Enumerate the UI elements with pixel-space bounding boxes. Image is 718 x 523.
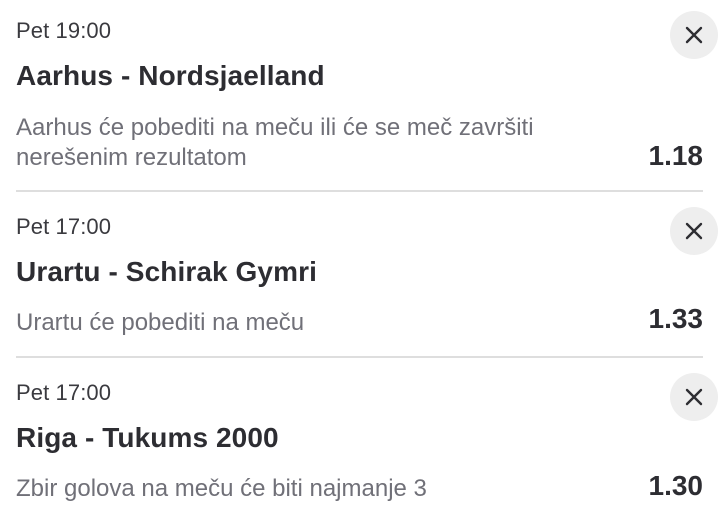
bet-selection: Urartu će pobediti na meču: [16, 309, 305, 336]
close-icon: [685, 26, 703, 44]
remove-bet-button[interactable]: [670, 207, 718, 255]
bet-slip-list: Pet 19:00 Aarhus - Nordsjaelland Aarhus …: [0, 0, 718, 523]
remove-bet-button[interactable]: [670, 373, 718, 421]
bet-selection: Zbir golova na meču će biti najmanje 3: [16, 475, 427, 502]
remove-bet-button[interactable]: [670, 11, 718, 59]
bet-selection: Aarhus će pobediti na meču ili će se meč…: [16, 114, 534, 171]
bet-odds: 1.30: [648, 470, 704, 501]
match-title: Aarhus - Nordsjaelland: [16, 60, 325, 91]
match-title: Urartu - Schirak Gymri: [16, 256, 317, 287]
match-title: Riga - Tukums 2000: [16, 422, 279, 453]
bet-slip-item: Pet 17:00 Urartu - Schirak Gymri Urartu …: [16, 192, 718, 358]
close-icon: [685, 388, 703, 406]
bet-odds: 1.18: [648, 140, 704, 171]
close-icon: [685, 222, 703, 240]
match-time: Pet 17:00: [16, 380, 112, 405]
bet-slip-item: Pet 19:00 Aarhus - Nordsjaelland Aarhus …: [16, 0, 718, 192]
bet-odds: 1.33: [648, 303, 704, 334]
match-time: Pet 17:00: [16, 214, 112, 239]
match-time: Pet 19:00: [16, 18, 112, 43]
bet-slip-item: Pet 17:00 Riga - Tukums 2000 Zbir golova…: [16, 358, 718, 523]
